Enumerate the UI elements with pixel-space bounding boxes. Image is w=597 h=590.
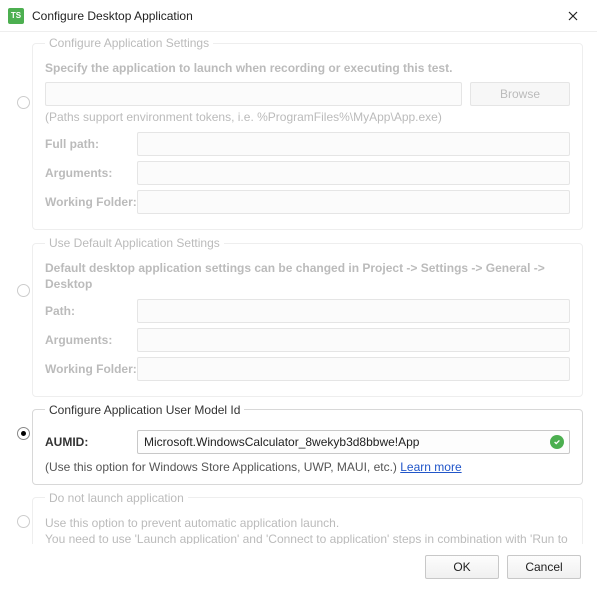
aumid-label: AUMID:	[45, 435, 137, 449]
legend-default: Use Default Application Settings	[45, 236, 224, 250]
aumid-hint-text: (Use this option for Windows Store Appli…	[45, 460, 400, 474]
radio-configure-app-settings[interactable]	[17, 96, 30, 109]
legend-aumid: Configure Application User Model Id	[45, 403, 244, 417]
ok-button[interactable]: OK	[425, 555, 499, 579]
default-path-label: Path:	[45, 304, 137, 318]
group-configure-app-settings: Configure Application Settings Specify t…	[32, 36, 583, 230]
option-use-default-settings: Use Default Application Settings Default…	[14, 236, 583, 396]
group-use-default-settings: Use Default Application Settings Default…	[32, 236, 583, 396]
default-wf-label: Working Folder:	[45, 362, 137, 376]
workingfolder-input[interactable]	[137, 190, 570, 214]
radio-aumid[interactable]	[17, 427, 30, 440]
workingfolder-label: Working Folder:	[45, 195, 137, 209]
cancel-button[interactable]: Cancel	[507, 555, 581, 579]
learn-more-link[interactable]: Learn more	[400, 460, 461, 474]
default-args-label: Arguments:	[45, 333, 137, 347]
option-configure-app-settings: Configure Application Settings Specify t…	[14, 36, 583, 230]
fullpath-label: Full path:	[45, 137, 137, 151]
arguments-input[interactable]	[137, 161, 570, 185]
radio-do-not-launch[interactable]	[17, 515, 30, 528]
desc-configure-app: Specify the application to launch when r…	[45, 60, 570, 76]
option-aumid: Configure Application User Model Id AUMI…	[14, 403, 583, 485]
aumid-hint: (Use this option for Windows Store Appli…	[45, 460, 570, 474]
close-button[interactable]	[553, 1, 593, 31]
default-path-input[interactable]	[137, 299, 570, 323]
fullpath-input[interactable]	[137, 132, 570, 156]
footer: OK Cancel	[0, 544, 597, 590]
default-args-input[interactable]	[137, 328, 570, 352]
group-aumid: Configure Application User Model Id AUMI…	[32, 403, 583, 485]
titlebar: TS Configure Desktop Application	[0, 0, 597, 32]
desc-default: Default desktop application settings can…	[45, 260, 570, 292]
legend-configure-app: Configure Application Settings	[45, 36, 213, 50]
path-tokens-note: (Paths support environment tokens, i.e. …	[45, 110, 570, 124]
aumid-input[interactable]	[137, 430, 570, 454]
window-title: Configure Desktop Application	[32, 9, 553, 23]
app-icon: TS	[8, 8, 24, 24]
radio-use-default-settings[interactable]	[17, 284, 30, 297]
browse-button[interactable]: Browse	[470, 82, 570, 106]
arguments-label: Arguments:	[45, 166, 137, 180]
valid-check-icon	[550, 435, 564, 449]
legend-nolaunch: Do not launch application	[45, 491, 188, 505]
app-path-input[interactable]	[45, 82, 462, 106]
default-wf-input[interactable]	[137, 357, 570, 381]
